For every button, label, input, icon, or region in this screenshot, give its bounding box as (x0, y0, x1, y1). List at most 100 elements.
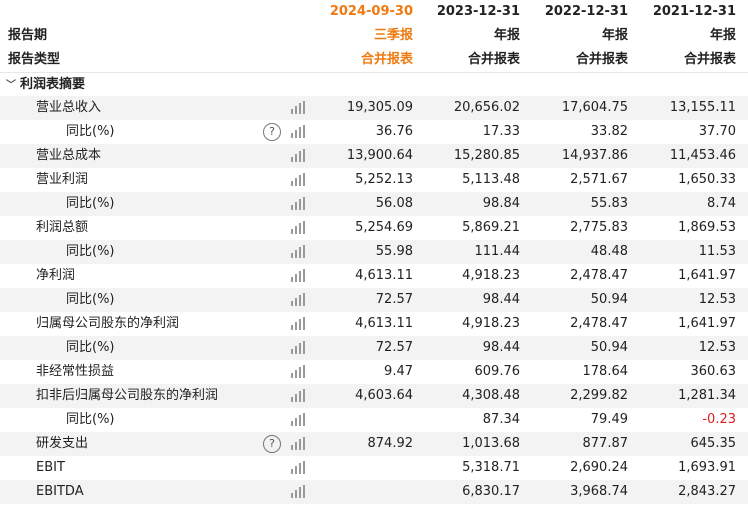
value-cell: 12.53 (698, 292, 736, 307)
value-cell: 2,843.27 (678, 484, 736, 499)
value-cell: 55.83 (590, 196, 628, 211)
bar-chart-icon[interactable] (291, 293, 305, 306)
value-cell: 11.53 (698, 244, 736, 259)
value-cell: 17.33 (482, 124, 520, 139)
value-cell: 5,252.13 (355, 172, 413, 187)
value-cell: 609.76 (474, 364, 521, 379)
col-date-4[interactable]: 2021-12-31 (632, 0, 736, 24)
table-row: 净利润 4,613.11 4,918.23 2,478.47 1,641.97 (0, 264, 748, 288)
value-cell: 4,613.11 (355, 316, 413, 331)
value-cell: 5,113.48 (462, 172, 520, 187)
row-label: 同比(%) (66, 196, 115, 211)
table-row: 非经常性损益 9.47 609.76 178.64 360.63 (0, 360, 748, 384)
bar-chart-icon[interactable] (291, 365, 305, 378)
bar-chart-icon[interactable] (291, 125, 305, 138)
table-row: 同比(%) 56.08 98.84 55.83 8.74 (0, 192, 748, 216)
chevron-down-icon[interactable]: ﹀ (6, 74, 16, 98)
col-date-2[interactable]: 2023-12-31 (417, 0, 520, 24)
value-cell: 5,318.71 (462, 460, 520, 475)
row-label: 研发支出 (36, 436, 89, 451)
value-cell: 2,478.47 (570, 268, 628, 283)
col-report-3: 年报 (601, 28, 628, 43)
table-row: 同比(%) 87.34 79.49 -0.23 (0, 408, 748, 432)
bar-chart-icon[interactable] (291, 101, 305, 114)
value-cell: 20,656.02 (453, 100, 520, 115)
bar-chart-icon[interactable] (291, 437, 305, 450)
value-cell: 4,613.11 (355, 268, 413, 283)
row-label: 同比(%) (66, 244, 115, 259)
value-cell: 111.44 (474, 244, 521, 259)
section-header: ﹀ 利润表摘要 (6, 73, 85, 97)
value-cell: 1,013.68 (462, 436, 520, 451)
row-label: 同比(%) (66, 124, 115, 139)
value-cell: 19,305.09 (346, 100, 413, 115)
col-scope-3: 合并报表 (575, 52, 628, 67)
value-cell: 874.92 (367, 436, 414, 451)
table-row: 营业利润 5,252.13 5,113.48 2,571.67 1,650.33 (0, 168, 748, 192)
row-label: 归属母公司股东的净利润 (36, 316, 180, 331)
table-row: 扣非后归属母公司股东的净利润 4,603.64 4,308.48 2,299.82 1,… (0, 384, 748, 408)
table-row: 利润总额 5,254.69 5,869.21 2,775.83 1,869.53 (0, 216, 748, 240)
bar-chart-icon[interactable] (291, 149, 305, 162)
value-cell: 5,254.69 (355, 220, 413, 235)
period-label: 报告期 (8, 28, 48, 43)
value-cell: 645.35 (690, 436, 737, 451)
value-cell: 12.53 (698, 340, 736, 355)
row-label: 营业总成本 (36, 148, 102, 163)
table-row: 同比(%) 72.57 98.44 50.94 12.53 (0, 336, 748, 360)
section-income-summary[interactable]: ﹀ 利润表摘要 (0, 72, 748, 96)
bar-chart-icon[interactable] (291, 173, 305, 186)
value-cell: 2,690.24 (570, 460, 628, 475)
row-label: EBITDA (36, 484, 84, 499)
value-cell: 1,281.34 (678, 388, 736, 403)
row-label: 同比(%) (66, 412, 115, 427)
bar-chart-icon[interactable] (291, 389, 305, 402)
value-cell: 87.34 (482, 412, 520, 427)
value-cell (310, 456, 413, 480)
table-row: 同比(%) 55.98 111.44 48.48 11.53 (0, 240, 748, 264)
bar-chart-icon[interactable] (291, 269, 305, 282)
bar-chart-icon[interactable] (291, 221, 305, 234)
bar-chart-icon[interactable] (291, 245, 305, 258)
data-rows: 营业总收入 19,305.09 20,656.02 17,604.75 13,155.1… (0, 96, 748, 504)
value-cell: 50.94 (590, 292, 628, 307)
table-row: EBITDA 6,830.17 3,968.74 2,843.27 (0, 480, 748, 504)
value-cell: 178.64 (582, 364, 629, 379)
value-cell: 56.08 (375, 196, 413, 211)
bar-chart-icon[interactable] (291, 461, 305, 474)
bar-chart-icon[interactable] (291, 413, 305, 426)
row-label: EBIT (36, 460, 65, 475)
bar-chart-icon[interactable] (291, 485, 305, 498)
value-cell: 37.70 (698, 124, 736, 139)
row-label: 净利润 (36, 268, 76, 283)
value-cell: 5,869.21 (462, 220, 520, 235)
value-cell: 11,453.46 (669, 148, 736, 163)
bar-chart-icon[interactable] (291, 197, 305, 210)
col-date-3[interactable]: 2022-12-31 (524, 0, 628, 24)
row-label: 营业总收入 (36, 100, 102, 115)
value-cell: 55.98 (375, 244, 413, 259)
value-cell: 1,641.97 (678, 268, 736, 283)
income-statement-table: 2024-09-30 2023-12-31 2022-12-31 2021-12… (0, 0, 748, 504)
bar-chart-icon[interactable] (291, 317, 305, 330)
value-cell: 15,280.85 (453, 148, 520, 163)
question-circle-icon[interactable]: ? (263, 123, 281, 141)
value-cell: 4,918.23 (462, 268, 520, 283)
row-label: 同比(%) (66, 340, 115, 355)
value-cell: 3,968.74 (570, 484, 628, 499)
col-report-4: 年报 (709, 28, 736, 43)
col-date-1[interactable]: 2024-09-30 (310, 0, 413, 24)
table-row: 研发支出? 874.92 1,013.68 877.87 645.35 (0, 432, 748, 456)
value-cell: 17,604.75 (561, 100, 628, 115)
row-label: 同比(%) (66, 292, 115, 307)
header-type-row: 报告类型 合并报表 合并报表 合并报表 合并报表 (0, 48, 748, 72)
value-cell (310, 480, 413, 504)
value-cell: 360.63 (690, 364, 737, 379)
header-period-row: 报告期 三季报 年报 年报 年报 (0, 24, 748, 48)
row-label: 扣非后归属母公司股东的净利润 (36, 388, 219, 403)
question-circle-icon[interactable]: ? (263, 435, 281, 453)
value-cell: 13,900.64 (346, 148, 413, 163)
bar-chart-icon[interactable] (291, 341, 305, 354)
value-cell: 13,155.11 (669, 100, 736, 115)
value-cell: 98.44 (482, 292, 520, 307)
